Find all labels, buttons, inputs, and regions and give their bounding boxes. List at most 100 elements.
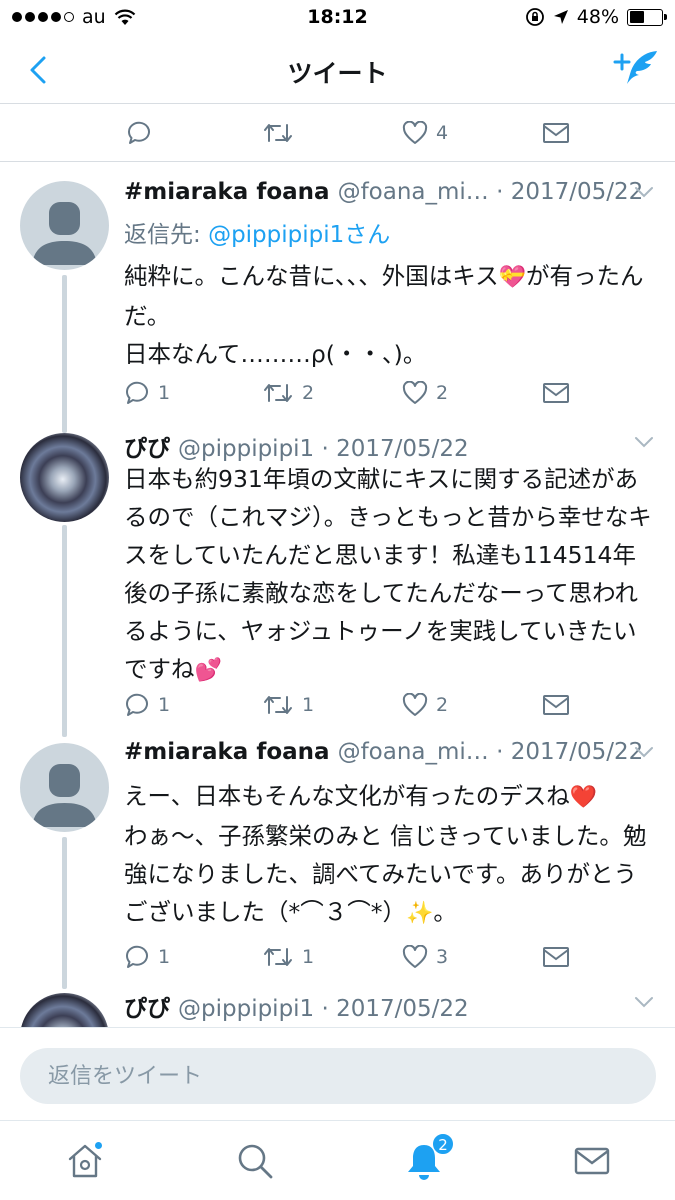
chevron-down-icon[interactable] — [633, 435, 655, 449]
new-content-dot — [94, 1141, 103, 1150]
display-name[interactable]: #miaraka foana — [124, 179, 330, 205]
status-right: 48% — [525, 6, 667, 28]
tweet-text-part: 。 — [433, 898, 457, 926]
like-button[interactable]: 2 — [402, 685, 448, 725]
reply-button[interactable]: 1 — [124, 373, 170, 413]
tweet-text-part: わぁ～、子孫繁栄のみと 信じきっていました。勉強になりました、調べてみたいです。… — [124, 822, 647, 926]
retweet-button[interactable]: 1 — [262, 937, 314, 977]
reply-icon — [125, 381, 148, 404]
tweet-actions: 1 1 3 — [0, 937, 675, 977]
divider — [0, 161, 675, 162]
reply-input[interactable] — [20, 1048, 656, 1104]
like-count: 4 — [436, 122, 449, 144]
chevron-down-icon[interactable] — [633, 185, 655, 199]
retweet-count: 1 — [302, 946, 315, 968]
envelope-icon — [543, 947, 569, 967]
reply-bar — [0, 1027, 675, 1120]
default-avatar-icon — [32, 202, 97, 265]
tweet-text: 純粋に。こんな昔に、、、外国はキス💝が有ったんだ。 日本なんて………ρ(・・、)… — [124, 257, 654, 373]
envelope-icon — [543, 123, 569, 143]
handle-and-date[interactable]: @pippipipi1 · 2017/05/22 — [178, 436, 469, 462]
tab-notifications[interactable]: 2 — [402, 1133, 454, 1183]
heart-icon — [402, 381, 428, 404]
display-name[interactable]: ぴぴ — [124, 989, 170, 1023]
search-icon — [238, 1144, 273, 1179]
like-button[interactable]: 2 — [402, 373, 448, 413]
handle-and-date[interactable]: @foana_mi… · 2017/05/22 — [338, 179, 644, 205]
tweet-thread[interactable]: 4 #miaraka foana @foana_mi… · 2017/05/22… — [0, 105, 675, 1027]
like-count: 2 — [436, 694, 449, 716]
tab-home[interactable] — [63, 1139, 107, 1183]
reply-button[interactable] — [126, 113, 152, 153]
reply-icon — [125, 693, 148, 716]
tweet-actions-previous: 4 — [0, 113, 675, 153]
page-title: ツイート — [287, 59, 388, 88]
envelope-icon — [543, 695, 569, 715]
avatar[interactable] — [20, 993, 109, 1027]
compose-tweet-icon[interactable] — [613, 48, 659, 90]
heart-icon — [402, 945, 428, 968]
dm-share-button[interactable] — [542, 685, 570, 725]
like-button[interactable]: 3 — [402, 937, 448, 977]
dm-share-button[interactable] — [542, 113, 570, 153]
like-count: 2 — [436, 382, 449, 404]
chevron-down-icon[interactable] — [633, 745, 655, 759]
reply-count: 1 — [158, 946, 171, 968]
tweet-text: 日本も約931年頃の文献にキスに関する記述があるので（これマジ）。きっともっと昔… — [124, 460, 654, 690]
avatar[interactable] — [20, 433, 109, 522]
tweet-text: えー、日本もそんな文化が有ったのデスね❤️ わぁ～、子孫繁栄のみと 信じきってい… — [124, 777, 654, 933]
notifications-badge: 2 — [432, 1133, 454, 1155]
red-heart-emoji: ❤️ — [569, 785, 598, 810]
status-bar: au 18:12 48% — [0, 0, 675, 36]
reply-to-line: 返信先: @pippipipi1さん — [124, 215, 390, 249]
battery-icon — [627, 8, 667, 26]
tweet-actions: 1 2 2 — [0, 373, 675, 413]
reply-to-prefix: 返信先: — [124, 222, 209, 248]
battery-percent: 48% — [576, 6, 619, 28]
avatar[interactable] — [20, 181, 109, 270]
retweet-button[interactable]: 2 — [262, 373, 314, 413]
chevron-down-icon[interactable] — [633, 995, 655, 1009]
location-icon — [553, 10, 568, 24]
like-button[interactable]: 4 — [402, 113, 448, 153]
reply-button[interactable]: 1 — [124, 685, 170, 725]
handle-and-date[interactable]: @pippipipi1 · 2017/05/22 — [178, 996, 469, 1022]
tweet-text-part: 日本も約931年頃の文献にキスに関する記述があるので（これマジ）。きっともっと昔… — [124, 465, 652, 683]
avatar[interactable] — [20, 743, 109, 832]
dm-share-button[interactable] — [542, 937, 570, 977]
retweet-button[interactable] — [262, 113, 294, 153]
retweet-icon — [264, 124, 292, 142]
dm-share-button[interactable] — [542, 373, 570, 413]
default-avatar-icon — [32, 764, 97, 827]
retweet-button[interactable]: 1 — [262, 685, 314, 725]
heart-icon — [402, 693, 428, 716]
retweet-count: 1 — [302, 694, 315, 716]
reply-to-mention[interactable]: @pippipipi1さん — [208, 222, 390, 248]
like-count: 3 — [436, 946, 449, 968]
heart-icon — [402, 121, 428, 144]
reply-count: 1 — [158, 382, 171, 404]
handle-and-date[interactable]: @foana_mi… · 2017/05/22 — [338, 739, 644, 765]
retweet-count: 2 — [302, 382, 315, 404]
sparkles-emoji: ✨ — [406, 901, 434, 926]
tab-messages[interactable] — [570, 1139, 614, 1183]
gift-heart-emoji: 💝 — [498, 265, 526, 290]
display-name[interactable]: ぴぴ — [124, 429, 170, 463]
reply-icon — [127, 121, 150, 144]
tweet-header: #miaraka foana @foana_mi… · 2017/05/22 — [124, 739, 655, 769]
display-name[interactable]: #miaraka foana — [124, 739, 330, 765]
retweet-icon — [264, 948, 292, 966]
retweet-icon — [264, 384, 292, 402]
tweet-header: #miaraka foana @foana_mi… · 2017/05/22 — [124, 179, 655, 209]
tab-bar: 2 — [0, 1120, 675, 1200]
reply-icon — [125, 945, 148, 968]
reply-count: 1 — [158, 694, 171, 716]
tweet-text-part: えー、日本もそんな文化が有ったのデスね — [124, 782, 570, 810]
reply-button[interactable]: 1 — [124, 937, 170, 977]
nav-bar: ツイート — [0, 36, 675, 104]
tweet-actions: 1 1 2 — [0, 685, 675, 725]
rotation-lock-icon — [525, 8, 544, 26]
tweet-text-part: 純粋に。こんな昔に、、、外国はキス — [124, 262, 499, 290]
tab-search[interactable] — [233, 1139, 277, 1183]
envelope-icon — [574, 1147, 610, 1175]
